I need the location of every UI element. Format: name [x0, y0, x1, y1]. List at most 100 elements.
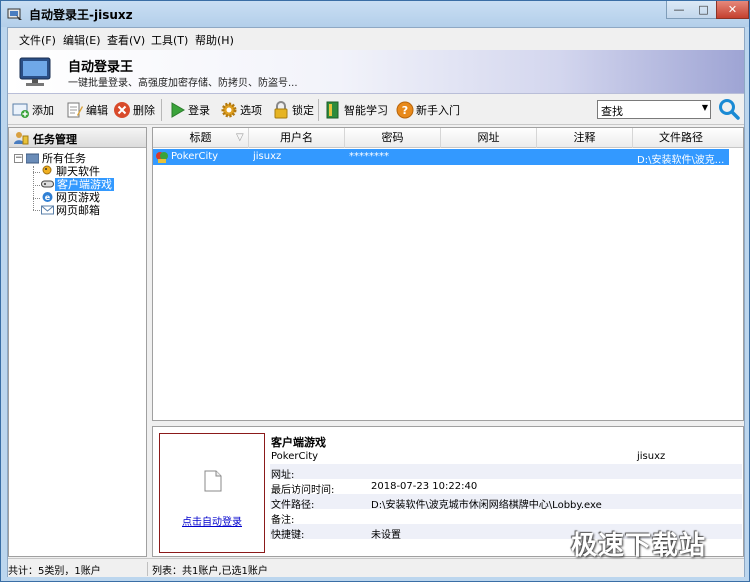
main-frame: 文件(F) 编辑(E) 查看(V) 工具(T) 帮助(H) 自动登录王 一键批量…	[7, 27, 745, 577]
login-label: 登录	[188, 104, 210, 117]
menu-edit[interactable]: 编辑(E)	[63, 32, 101, 48]
toolbar-separator	[161, 99, 162, 121]
task-tree-header: 任务管理	[9, 128, 146, 148]
svg-text:e: e	[45, 193, 51, 202]
detail-row-name: PokerCity jisuxz	[270, 449, 742, 464]
tree-line	[33, 172, 40, 173]
play-icon	[171, 102, 185, 118]
column-header-url[interactable]: 网址	[441, 128, 537, 148]
detail-username: jisuxz	[637, 451, 666, 462]
banner-subtitle: 一键批量登录、高强度加密存储、防拷贝、防盗号...	[68, 78, 298, 89]
toolbar: 添加 编辑 删除 登录 选项 锁定 智能学习 ? 新手入门 查找 ▼	[8, 95, 744, 125]
beginner-guide-button[interactable]: ? 新手入门	[396, 99, 460, 121]
delete-button[interactable]: 删除	[113, 99, 155, 121]
detail-title: 客户端游戏	[271, 436, 326, 449]
column-title-label: 标题	[189, 131, 212, 144]
banner-title: 自动登录王	[68, 60, 134, 75]
gamepad-icon	[41, 180, 54, 188]
cell-password: ********	[349, 151, 389, 162]
edit-button[interactable]: 编辑	[66, 99, 108, 121]
browser-icon: e	[42, 192, 53, 202]
menu-tools[interactable]: 工具(T)	[151, 32, 188, 48]
collapse-toggle[interactable]: −	[14, 154, 23, 163]
task-tree-panel: 任务管理 − 所有任务 聊天软件 客户端游戏 e 网页游戏 网页邮箱	[8, 127, 147, 557]
cell-username: jisuxz	[253, 151, 282, 162]
smart-learn-label: 智能学习	[344, 104, 388, 117]
column-header-note[interactable]: 注释	[537, 128, 633, 148]
table-row[interactable]: PokerCity jisuxz ******** D:\安装软件\波克...	[153, 149, 729, 166]
options-label: 选项	[240, 104, 262, 117]
add-label: 添加	[32, 104, 54, 117]
tree-root-all-tasks[interactable]: 所有任务	[42, 152, 86, 165]
lock-label: 锁定	[292, 104, 314, 117]
column-header-path[interactable]: 文件路径	[633, 128, 729, 148]
login-button[interactable]: 登录	[168, 99, 210, 121]
edit-icon	[67, 102, 83, 118]
search-icon[interactable]	[718, 98, 740, 120]
detail-hotkey-label: 快捷键:	[271, 530, 305, 541]
mail-icon	[41, 205, 54, 215]
menu-file[interactable]: 文件(F)	[19, 32, 56, 48]
detail-row-url: 网址:	[270, 464, 742, 481]
beginner-guide-label: 新手入门	[416, 104, 460, 117]
lock-button[interactable]: 锁定	[272, 99, 314, 121]
task-tree-title: 任务管理	[33, 133, 77, 146]
app-logo-icon	[7, 8, 22, 20]
folder-icon	[26, 153, 39, 164]
status-category-count: 共计：5类别，1账户	[8, 562, 148, 577]
maximize-button[interactable]: □	[691, 1, 717, 19]
document-icon	[204, 470, 222, 492]
column-header-username[interactable]: 用户名	[249, 128, 345, 148]
app-window: 自动登录王-jisuxz — □ ✕ 文件(F) 编辑(E) 查看(V) 工具(…	[0, 0, 750, 582]
options-button[interactable]: 选项	[220, 99, 262, 121]
column-header-password[interactable]: 密码	[345, 128, 441, 148]
watermark-text: 极速下载站	[571, 531, 707, 561]
detail-hotkey-value: 未设置	[371, 530, 401, 541]
cell-title: PokerCity	[171, 151, 219, 162]
add-icon	[12, 103, 29, 118]
toolbar-separator	[318, 99, 319, 121]
title-bar[interactable]: 自动登录王-jisuxz — □ ✕	[1, 1, 749, 27]
tree-item-chat-software[interactable]: 聊天软件	[56, 165, 100, 178]
tree-line	[33, 185, 40, 186]
search-input[interactable]: 查找 ▼	[597, 100, 711, 119]
account-list: 标题 ▽ 用户名 密码 网址 注释 文件路径 PokerCity jisuxz …	[152, 127, 744, 421]
status-list-count: 列表：共1账户,已选1账户	[152, 566, 268, 577]
detail-last-visit-value: 2018-07-23 10:22:40	[371, 481, 478, 492]
delete-icon	[114, 102, 130, 118]
pokercity-icon	[156, 152, 168, 163]
chat-icon	[42, 165, 52, 175]
window-title: 自动登录王-jisuxz	[29, 8, 133, 22]
gear-icon	[221, 102, 237, 118]
detail-row-path: 文件路径: D:\安装软件\波克城市休闲网络棋牌中心\Lobby.exe	[270, 494, 742, 511]
search-value: 查找	[601, 105, 623, 118]
tree-item-client-games[interactable]: 客户端游戏	[55, 178, 114, 191]
menu-bar: 文件(F) 编辑(E) 查看(V) 工具(T) 帮助(H)	[8, 28, 744, 50]
detail-row-last-visit: 最后访问时间: 2018-07-23 10:22:40	[270, 479, 742, 496]
close-button[interactable]: ✕	[716, 1, 749, 19]
help-icon: ?	[396, 101, 414, 119]
tree-line	[33, 210, 40, 211]
lock-icon	[274, 101, 288, 119]
detail-name: PokerCity	[271, 451, 319, 462]
dropdown-arrow-icon[interactable]: ▼	[702, 103, 708, 112]
menu-view[interactable]: 查看(V)	[107, 32, 145, 48]
smart-learn-button[interactable]: 智能学习	[324, 99, 388, 121]
book-icon	[326, 101, 339, 119]
menu-help[interactable]: 帮助(H)	[195, 32, 234, 48]
minimize-button[interactable]: —	[666, 1, 692, 19]
add-button[interactable]: 添加	[12, 99, 54, 121]
svg-text:?: ?	[402, 104, 408, 117]
monitor-icon	[19, 57, 51, 86]
column-header-title[interactable]: 标题 ▽	[153, 128, 249, 148]
auto-login-link[interactable]: 点击自动登录	[160, 513, 264, 528]
task-manager-icon	[14, 132, 29, 145]
preview-box[interactable]: 点击自动登录	[159, 433, 265, 553]
edit-label: 编辑	[86, 104, 108, 117]
sort-icon: ▽	[236, 132, 244, 143]
app-banner: 自动登录王 一键批量登录、高强度加密存储、防拷贝、防盗号...	[8, 50, 744, 94]
detail-row-note: 备注:	[270, 509, 742, 526]
tree-item-web-games[interactable]: 网页游戏	[56, 191, 100, 204]
cell-path: D:\安装软件\波克...	[637, 155, 725, 166]
tree-item-web-mail[interactable]: 网页邮箱	[56, 204, 100, 217]
